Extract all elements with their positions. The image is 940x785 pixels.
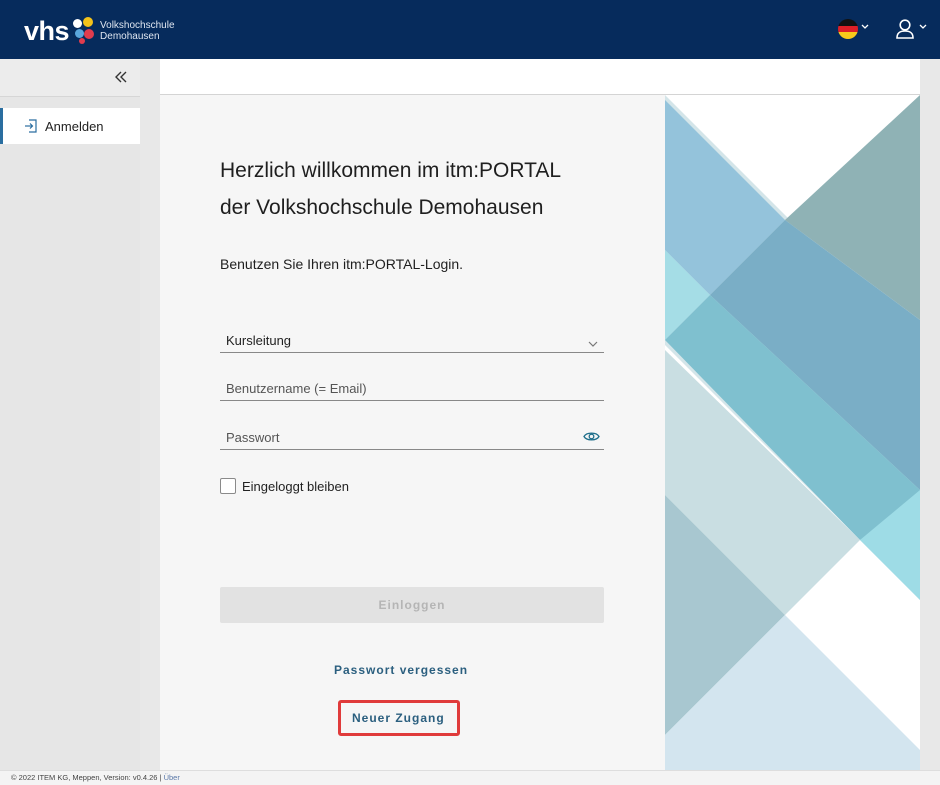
user-chevron-down-icon[interactable]: [919, 23, 927, 32]
logo-line-1: Volkshochschule: [100, 20, 175, 31]
title-line-2: der Volkshochschule Demohausen: [220, 196, 544, 219]
forgot-password-link[interactable]: Passwort vergessen: [334, 663, 468, 677]
page-title: Herzlich willkommen im itm:PORTAL der Vo…: [220, 152, 640, 226]
logo-dots-icon: [70, 16, 96, 46]
show-password-eye-icon[interactable]: [583, 430, 600, 443]
title-line-1: Herzlich willkommen im itm:PORTAL: [220, 159, 562, 182]
footer-text: © 2022 ITEM KG, Meppen, Version: v0.4.26…: [11, 773, 180, 782]
sidebar-item-anmelden[interactable]: Anmelden: [0, 108, 140, 144]
password-input[interactable]: Passwort: [220, 426, 604, 450]
logo-subtitle: Volkshochschule Demohausen: [100, 20, 175, 42]
germany-flag-icon[interactable]: [838, 19, 858, 39]
language-chevron-down-icon[interactable]: [861, 23, 869, 32]
footer: © 2022 ITEM KG, Meppen, Version: v0.4.26…: [0, 770, 940, 785]
remember-me-checkbox[interactable]: [220, 478, 236, 494]
about-link[interactable]: Über: [164, 773, 180, 782]
login-instructions: Benutzen Sie Ihren itm:PORTAL-Login.: [220, 256, 464, 272]
top-navigation-bar: vhs Volkshochschule Demohausen: [0, 0, 940, 59]
role-select[interactable]: Kursleitung: [220, 329, 604, 353]
sidebar-item-label: Anmelden: [45, 119, 104, 134]
password-placeholder: Passwort: [226, 430, 280, 445]
remember-me-label[interactable]: Eingeloggt bleiben: [242, 479, 349, 494]
remember-me-row: Eingeloggt bleiben: [220, 477, 349, 495]
content-header: [160, 59, 920, 95]
sidebar-collapse-button[interactable]: [0, 59, 140, 97]
vhs-logo[interactable]: vhs Volkshochschule Demohausen: [24, 14, 175, 48]
logo-line-2: Demohausen: [100, 31, 160, 42]
login-panel: Herzlich willkommen im itm:PORTAL der Vo…: [160, 95, 665, 770]
username-placeholder: Benutzername (= Email): [226, 381, 367, 396]
geometric-pattern-graphic: [665, 95, 920, 770]
logo-main-text: vhs: [24, 15, 70, 46]
sidebar: Anmelden: [0, 59, 140, 770]
chevron-down-icon[interactable]: [588, 335, 598, 347]
user-icon[interactable]: [895, 18, 915, 40]
login-icon: [24, 119, 38, 133]
role-select-value: Kursleitung: [226, 333, 292, 348]
footer-copyright: © 2022 ITEM KG, Meppen, Version: v0.4.26…: [11, 773, 164, 782]
username-input[interactable]: Benutzername (= Email): [220, 377, 604, 401]
decorative-artwork: [665, 95, 920, 770]
login-button[interactable]: Einloggen: [220, 587, 604, 623]
double-chevron-left-icon[interactable]: [114, 69, 128, 85]
new-access-link[interactable]: Neuer Zugang: [352, 711, 445, 725]
